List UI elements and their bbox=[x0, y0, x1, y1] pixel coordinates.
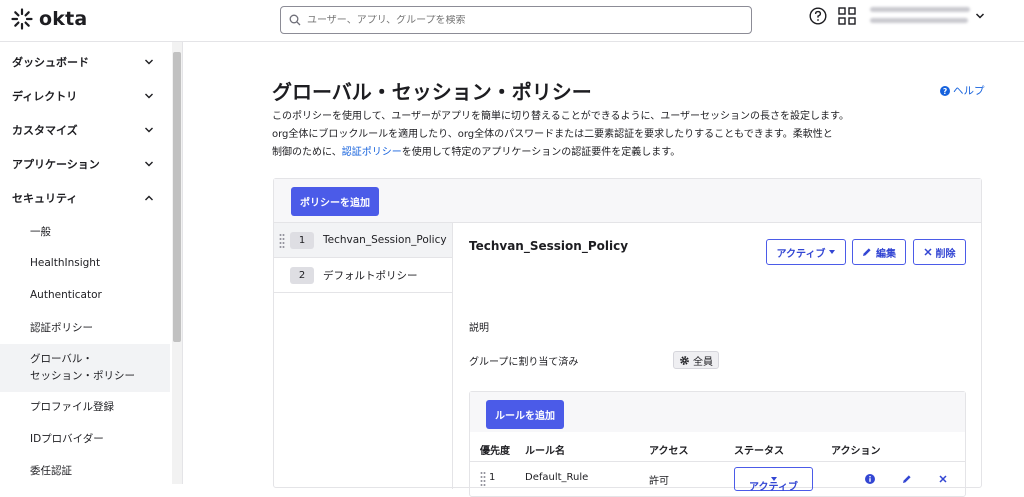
help-circle-icon: ? bbox=[940, 85, 950, 96]
gear-icon bbox=[680, 355, 689, 365]
description-line: このポリシーを使用して、ユーザーがアプリを簡単に切り替えることができるように、ユ… bbox=[272, 111, 849, 122]
chevron-down-icon[interactable] bbox=[975, 12, 985, 20]
sidebar: ダッシュボード ディレクトリ カスタマイズ アプリケーション セキュリティ 一般… bbox=[0, 42, 183, 484]
policy-list-item[interactable]: 2 デフォルトポリシー bbox=[274, 258, 452, 293]
sidebar-item-profile-enrollment[interactable]: プロファイル登録 bbox=[0, 398, 170, 414]
edit-policy-button[interactable]: 編集 bbox=[852, 239, 906, 265]
column-header-priority: 優先度 bbox=[480, 446, 510, 457]
scrollbar-thumb[interactable] bbox=[173, 52, 181, 342]
chevron-up-icon bbox=[145, 195, 153, 201]
sidebar-section-dashboard[interactable]: ダッシュボード bbox=[0, 45, 170, 79]
chevron-down-icon bbox=[145, 59, 153, 65]
rule-status-label: アクティブ bbox=[749, 482, 798, 493]
add-policy-button[interactable]: ポリシーを追加 bbox=[291, 187, 379, 216]
drag-handle-icon[interactable] bbox=[480, 471, 486, 487]
policy-priority-badge: 2 bbox=[290, 266, 314, 284]
drag-handle-icon[interactable] bbox=[279, 233, 285, 249]
caret-down-icon bbox=[829, 250, 836, 254]
authentication-policies-link[interactable]: 認証ポリシー bbox=[342, 147, 402, 158]
close-icon bbox=[923, 248, 932, 256]
sidebar-section-label: セキュリティ bbox=[12, 192, 78, 205]
sidebar-item-delegated-auth[interactable]: 委任認証 bbox=[0, 462, 170, 478]
info-icon[interactable] bbox=[865, 474, 875, 484]
page-title: グローバル・セッション・ポリシー bbox=[272, 80, 592, 104]
sidebar-section-customize[interactable]: カスタマイズ bbox=[0, 113, 170, 147]
group-chip-label: 全員 bbox=[693, 356, 713, 368]
status-dropdown-label: アクティブ bbox=[776, 248, 826, 260]
page-description: このポリシーを使用して、ユーザーがアプリを簡単に切り替えることができるように、ユ… bbox=[272, 108, 852, 162]
pencil-icon bbox=[863, 248, 871, 256]
user-account-redacted[interactable] bbox=[870, 7, 970, 29]
rule-status-dropdown[interactable]: アクティブ bbox=[734, 467, 813, 493]
description-label: 説明 bbox=[469, 323, 489, 334]
sidebar-item-authentication-policies[interactable]: 認証ポリシー bbox=[0, 319, 170, 335]
description-text: 制御のために、 bbox=[272, 147, 342, 158]
edit-button-label: 編集 bbox=[876, 248, 896, 260]
policy-detail-title: Techvan_Session_Policy bbox=[469, 239, 629, 253]
search-input[interactable] bbox=[307, 14, 727, 26]
description-line: 制御のために、認証ポリシーを使用して特定のアプリケーションの認証要件を定義します… bbox=[272, 144, 852, 162]
sidebar-item-authenticator[interactable]: Authenticator bbox=[0, 287, 170, 303]
column-header-status: ステータス bbox=[734, 446, 784, 457]
column-header-rule-name: ルール名 bbox=[525, 446, 565, 457]
chevron-down-icon bbox=[145, 93, 153, 99]
policy-status-dropdown[interactable]: アクティブ bbox=[766, 239, 846, 265]
column-header-access: アクセス bbox=[649, 446, 689, 457]
help-icon[interactable] bbox=[809, 7, 827, 25]
sidebar-section-security[interactable]: セキュリティ bbox=[0, 181, 170, 215]
sidebar-section-label: アプリケーション bbox=[12, 158, 100, 171]
policy-name: Techvan_Session_Policy bbox=[323, 234, 447, 246]
rules-table: ルールを追加 優先度 ルール名 アクセス ステータス アクション 1 Defau… bbox=[469, 391, 966, 497]
rules-column-headers: 優先度 ルール名 アクセス ステータス アクション bbox=[470, 432, 965, 462]
sidebar-item-general[interactable]: 一般 bbox=[0, 223, 170, 239]
table-row: 1 Default_Rule 許可 アクティブ bbox=[470, 462, 965, 496]
chevron-down-icon bbox=[145, 161, 153, 167]
pencil-icon[interactable] bbox=[902, 474, 912, 484]
sidebar-item-global-session-policy[interactable]: グローバル・ セッション・ポリシー bbox=[0, 344, 170, 392]
description-text: を使用して特定のアプリケーションの認証要件を定義します。 bbox=[401, 147, 681, 158]
policy-priority-badge: 1 bbox=[290, 231, 314, 249]
sidebar-scrollbar[interactable] bbox=[172, 42, 182, 484]
svg-text:?: ? bbox=[943, 87, 947, 96]
group-chip-everyone: 全員 bbox=[673, 351, 719, 369]
policy-detail: Techvan_Session_Policy アクティブ 編集 削除 説明 グル… bbox=[453, 223, 981, 497]
policy-name: デフォルトポリシー bbox=[323, 269, 418, 282]
apps-grid-icon[interactable] bbox=[838, 7, 856, 25]
rule-access: 許可 bbox=[649, 476, 669, 487]
delete-policy-button[interactable]: 削除 bbox=[913, 239, 966, 265]
okta-logo[interactable]: okta bbox=[11, 8, 87, 30]
okta-sunburst-icon bbox=[11, 8, 33, 30]
sidebar-section-label: ダッシュボード bbox=[12, 56, 89, 69]
close-icon[interactable] bbox=[939, 475, 947, 483]
add-rule-button[interactable]: ルールを追加 bbox=[486, 400, 564, 429]
rule-priority: 1 bbox=[489, 472, 496, 483]
assigned-groups-label: グループに割り当て済み bbox=[469, 357, 579, 368]
help-link[interactable]: ? ヘルプ bbox=[940, 83, 985, 98]
help-link-label: ヘルプ bbox=[953, 85, 985, 97]
rule-name: Default_Rule bbox=[525, 472, 589, 483]
sidebar-section-label: カスタマイズ bbox=[12, 124, 78, 137]
policy-list-item[interactable]: 1 Techvan_Session_Policy bbox=[274, 223, 452, 258]
rules-table-header: ルールを追加 bbox=[470, 392, 965, 432]
search-icon bbox=[289, 14, 301, 26]
column-header-actions: アクション bbox=[831, 446, 881, 457]
top-bar: okta bbox=[0, 0, 1024, 42]
delete-button-label: 削除 bbox=[935, 248, 956, 260]
search-box[interactable] bbox=[280, 6, 752, 34]
sidebar-section-directory[interactable]: ディレクトリ bbox=[0, 79, 170, 113]
sidebar-item-identity-providers[interactable]: IDプロバイダー bbox=[0, 430, 170, 446]
sidebar-section-applications[interactable]: アプリケーション bbox=[0, 147, 170, 181]
policy-panel: ポリシーを追加 1 Techvan_Session_Policy 2 デフォルト… bbox=[273, 178, 982, 497]
logo-text: okta bbox=[39, 8, 88, 30]
sidebar-item-healthinsight[interactable]: HealthInsight bbox=[0, 255, 170, 271]
chevron-down-icon bbox=[145, 127, 153, 133]
policy-list: 1 Techvan_Session_Policy 2 デフォルトポリシー bbox=[274, 223, 453, 489]
policy-panel-header: ポリシーを追加 bbox=[274, 179, 981, 223]
sidebar-section-label: ディレクトリ bbox=[12, 90, 78, 103]
description-line: org全体にブロックルールを適用したり、org全体のパスワードまたは二要素認証を… bbox=[272, 129, 833, 140]
